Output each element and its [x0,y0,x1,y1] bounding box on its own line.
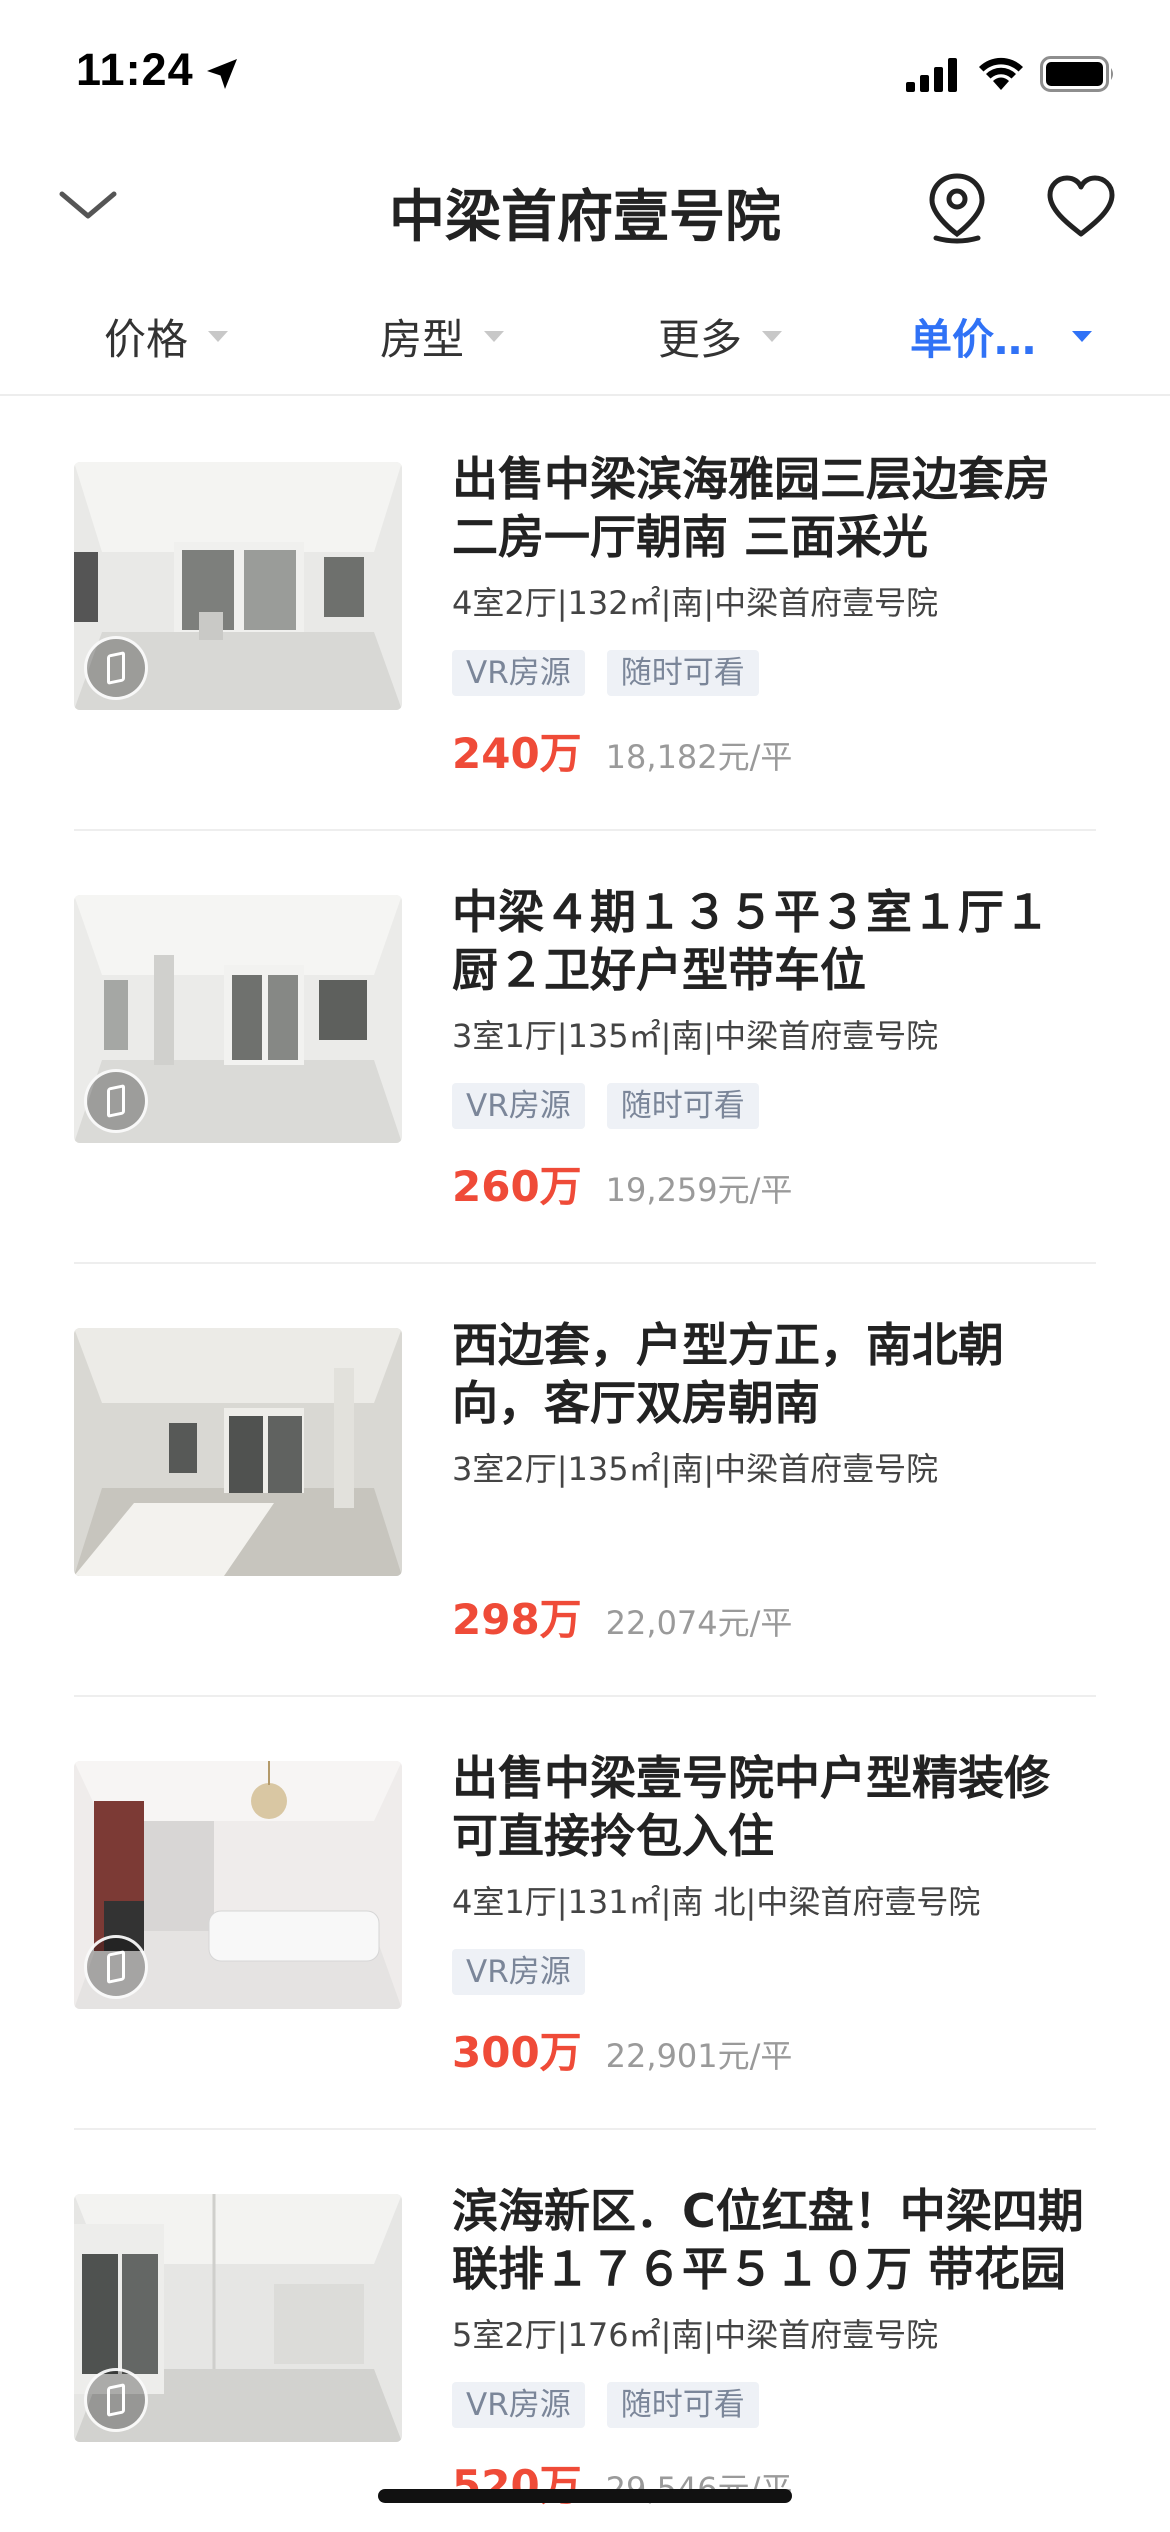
listing-title: 滨海新区．C位红盘！中梁四期联排１７６平５１０万 带花园 [452,2184,1084,2296]
cellular-signal-icon [906,58,957,92]
unit-price: 22,901元/平 [605,2037,793,2075]
listing-meta: 3室1厅|135㎡|南|中梁首府壹号院 [452,1017,939,1055]
total-price: 520万 [452,2461,582,2510]
listing-tags: VR房源 随时可看 [452,650,759,696]
list-item[interactable]: 出售中梁滨海雅园三层边套房 二房一厅朝南 三面采光 4室2厅|132㎡|南|中梁… [0,398,1170,831]
filter-unit-price[interactable]: 单价… [910,306,1093,366]
listing-photo [74,2194,402,2442]
listing-meta: 3室2厅|135㎡|南|中梁首府壹号院 [452,1450,939,1488]
listing-title: 中梁４期１３５平３室１厅１厨２卫好户型带车位 [452,885,1050,997]
total-price: 260万 [452,1162,582,1211]
dropdown-triangle-icon [484,330,505,342]
wifi-icon [979,57,1023,90]
tag-badge: 随时可看 [606,650,759,696]
listing-photo [74,895,402,1143]
listing-photo [74,462,402,710]
listing-tags: VR房源 随时可看 [452,1083,759,1129]
location-arrow-icon [207,59,237,89]
home-indicator[interactable] [378,2489,792,2503]
listing-tags: VR房源 随时可看 [452,2382,759,2428]
tag-badge: VR房源 [452,1083,585,1129]
unit-price: 19,259元/平 [605,1171,793,1209]
vr-icon [84,1069,148,1133]
map-pin-icon[interactable] [922,170,992,244]
vr-icon [84,636,148,700]
listing-meta: 5室2厅|176㎡|南|中梁首府壹号院 [452,2316,939,2354]
status-bar: 11:24 [0,0,1170,140]
tag-badge: VR房源 [452,650,585,696]
price-row: 300万 22,901元/平 [452,2019,792,2080]
page-title: 中梁首府壹号院 [389,185,781,250]
filter-bar: 价格 房型 更多 单价… [0,290,1170,396]
unit-price: 18,182元/平 [605,738,793,776]
tag-badge: VR房源 [452,1949,585,1995]
tag-badge: 随时可看 [606,1083,759,1129]
tag-badge: VR房源 [452,2382,585,2428]
listing-page: 11:24 中梁首府壹号院 价格 房型 更多 单价… 出售中梁滨海雅园三层边套房… [0,0,1170,2532]
list-item[interactable]: 西边套，户型方正，南北朝向，客厅双房朝南 3室2厅|135㎡|南|中梁首府壹号院… [0,1264,1170,1697]
filter-price[interactable]: 价格 [104,306,229,366]
heart-icon[interactable] [1044,174,1118,240]
status-time: 11:24 [76,44,194,95]
listing-title: 出售中梁滨海雅园三层边套房 二房一厅朝南 三面采光 [452,452,1050,564]
listing-photo [74,1761,402,2009]
nav-bar: 中梁首府壹号院 [0,140,1170,270]
filter-more[interactable]: 更多 [658,306,783,366]
listing-photo [74,1328,402,1576]
listing-tags: VR房源 [452,1949,585,1995]
listing-meta: 4室2厅|132㎡|南|中梁首府壹号院 [452,584,939,622]
dropdown-triangle-icon [762,330,783,342]
list-item[interactable]: 出售中梁壹号院中户型精装修可直接拎包入住 4室1厅|131㎡|南 北|中梁首府壹… [0,1697,1170,2130]
listing-meta: 4室1厅|131㎡|南 北|中梁首府壹号院 [452,1883,981,1921]
list-item[interactable]: 滨海新区．C位红盘！中梁四期联排１７６平５１０万 带花园 5室2厅|176㎡|南… [0,2130,1170,2532]
listing-title: 西边套，户型方正，南北朝向，客厅双房朝南 [452,1318,1004,1430]
list-item[interactable]: 中梁４期１３５平３室１厅１厨２卫好户型带车位 3室1厅|135㎡|南|中梁首府壹… [0,831,1170,1264]
filter-room-type[interactable]: 房型 [380,306,505,366]
price-row: 240万 18,182元/平 [452,720,792,781]
price-row: 298万 22,074元/平 [452,1586,792,1647]
vr-icon [84,2368,148,2432]
unit-price: 22,074元/平 [605,1604,793,1642]
battery-icon [1040,56,1113,92]
dropdown-triangle-icon [1072,330,1093,342]
total-price: 300万 [452,2028,582,2077]
price-row: 260万 19,259元/平 [452,1153,792,1214]
dropdown-triangle-icon [208,330,229,342]
price-row: 520万 29,546元/平 [452,2452,792,2513]
tag-badge: 随时可看 [606,2382,759,2428]
total-price: 240万 [452,729,582,778]
vr-icon [84,1935,148,1999]
listing-title: 出售中梁壹号院中户型精装修可直接拎包入住 [452,1751,1050,1863]
unit-price: 29,546元/平 [606,2464,793,2510]
total-price: 298万 [452,1595,582,1644]
